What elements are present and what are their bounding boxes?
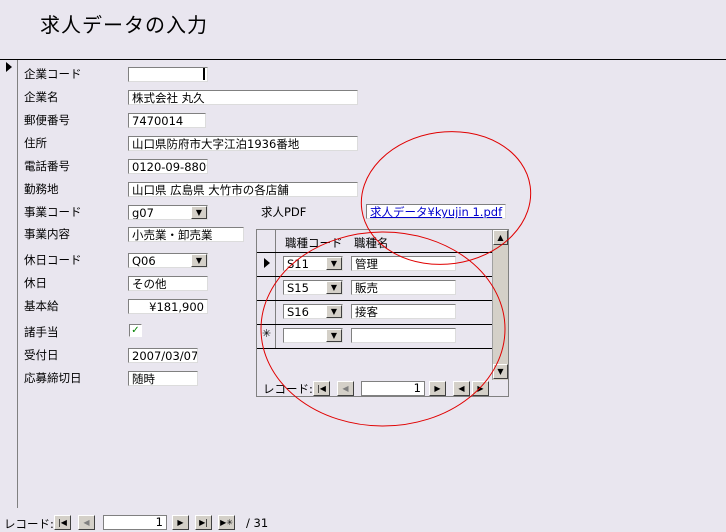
label-kihonkyu: 基本給 — [24, 299, 59, 313]
label-shimekiri: 応募締切日 — [24, 371, 82, 385]
row-divider — [257, 348, 492, 349]
label-kinmuchi: 勤務地 — [24, 182, 59, 196]
jigyo-code-value: g07 — [132, 206, 154, 220]
row2-name[interactable]: 販売 — [351, 280, 456, 295]
total-records: / 31 — [246, 516, 269, 530]
row2-code: S15 — [287, 281, 309, 295]
scroll-up-icon[interactable]: ▲ — [493, 230, 508, 245]
subform-current-record[interactable]: 1 — [361, 381, 425, 396]
row-divider — [257, 252, 492, 253]
next-record-icon[interactable]: ▶ — [429, 381, 446, 396]
row3-code-combo[interactable]: S16 ▼ — [283, 304, 343, 319]
current-record-icon — [6, 62, 12, 72]
row3-code: S16 — [287, 305, 309, 319]
label-teate: 諸手当 — [24, 325, 59, 339]
row1-code-combo[interactable]: S11 ▼ — [283, 256, 343, 271]
kigyo-mei-field[interactable]: 株式会社 丸久 — [128, 90, 358, 105]
jusho-field[interactable]: 山口県防府市大字江泊1936番地 — [128, 136, 358, 151]
teate-checkbox[interactable]: ✓ — [129, 324, 142, 337]
kinmuchi-field[interactable]: 山口県 広島県 大竹市の各店舗 — [128, 182, 358, 197]
subform-scroll-right-icon[interactable]: ▶ — [472, 381, 489, 396]
kyujitsu-code-combo[interactable]: Q06 ▼ — [128, 253, 208, 268]
label-yubin: 郵便番号 — [24, 113, 70, 127]
current-row-icon — [264, 258, 270, 268]
kyujitsu-code-value: Q06 — [132, 254, 156, 268]
row-divider — [257, 276, 492, 277]
chevron-down-icon[interactable]: ▼ — [326, 329, 342, 342]
first-record-icon[interactable]: |◀ — [54, 515, 71, 530]
label-jigyo-naiyo: 事業内容 — [24, 227, 70, 241]
row-divider — [257, 300, 492, 301]
record-selector[interactable] — [0, 60, 18, 508]
prev-record-icon[interactable]: ◀ — [337, 381, 354, 396]
chevron-down-icon[interactable]: ▼ — [326, 305, 342, 318]
chevron-down-icon[interactable]: ▼ — [191, 254, 207, 267]
new-record-icon: ✳ — [262, 327, 272, 340]
jigyo-naiyo-field[interactable]: 小売業・卸売業 — [128, 227, 244, 242]
pdf-link[interactable]: 求人データ¥kyujin 1.pdf — [366, 204, 506, 219]
chevron-down-icon[interactable]: ▼ — [191, 206, 207, 219]
subform-header-code: 職種コード — [285, 236, 343, 250]
main-current-record[interactable]: 1 — [103, 515, 167, 530]
first-record-icon[interactable]: |◀ — [313, 381, 330, 396]
subform-selector-column — [275, 230, 276, 348]
label-kyujitsu-code: 休日コード — [24, 253, 82, 267]
main-nav-label: レコード: — [4, 517, 54, 531]
new-row-code-combo[interactable]: ▼ — [283, 328, 343, 343]
next-record-icon[interactable]: ▶ — [172, 515, 189, 530]
label-jigyo-code: 事業コード — [24, 205, 82, 219]
header-divider — [0, 59, 726, 60]
last-record-icon[interactable]: ▶| — [195, 515, 212, 530]
row3-name[interactable]: 接客 — [351, 304, 456, 319]
label-kigyo-code: 企業コード — [24, 67, 82, 81]
label-kigyo-mei: 企業名 — [24, 90, 59, 104]
row1-code: S11 — [287, 257, 309, 271]
shimekiri-field[interactable]: 随時 — [128, 371, 198, 386]
kyujitsu-field[interactable]: その他 — [128, 276, 208, 291]
subform-header-name: 職種名 — [354, 236, 389, 250]
kihonkyu-field[interactable]: ¥181,900 — [128, 299, 208, 314]
new-record-icon[interactable]: ▶✳ — [218, 515, 235, 530]
label-denwa: 電話番号 — [24, 159, 70, 173]
text-cursor — [203, 68, 205, 80]
label-jusho: 住所 — [24, 136, 47, 150]
job-type-subform: 職種コード 職種名 S11 ▼ 管理 S15 ▼ 販売 S16 ▼ 接客 ✳ ▼… — [256, 229, 509, 397]
row1-name[interactable]: 管理 — [351, 256, 456, 271]
prev-record-icon[interactable]: ◀ — [78, 515, 95, 530]
kigyo-code-field[interactable] — [128, 67, 208, 82]
row-divider — [257, 324, 492, 325]
chevron-down-icon[interactable]: ▼ — [326, 281, 342, 294]
jigyo-code-combo[interactable]: g07 ▼ — [128, 205, 208, 220]
uketsuke-field[interactable]: 2007/03/07 — [128, 348, 198, 363]
subform-scroll-left-icon[interactable]: ◀ — [453, 381, 470, 396]
new-row-name[interactable] — [351, 328, 456, 343]
chevron-down-icon[interactable]: ▼ — [326, 257, 342, 270]
label-kyujitsu: 休日 — [24, 276, 47, 290]
subform-nav-label: レコード: — [263, 382, 313, 396]
label-pdf: 求人PDF — [261, 205, 307, 219]
scroll-down-icon[interactable]: ▼ — [493, 364, 508, 379]
yubin-field[interactable]: 7470014 — [128, 113, 206, 128]
subform-vertical-scrollbar[interactable]: ▲ ▼ — [492, 230, 508, 380]
row2-code-combo[interactable]: S15 ▼ — [283, 280, 343, 295]
denwa-field[interactable]: 0120-09-8809 — [128, 159, 208, 174]
page-title: 求人データの入力 — [40, 13, 208, 37]
label-uketsuke: 受付日 — [24, 348, 59, 362]
